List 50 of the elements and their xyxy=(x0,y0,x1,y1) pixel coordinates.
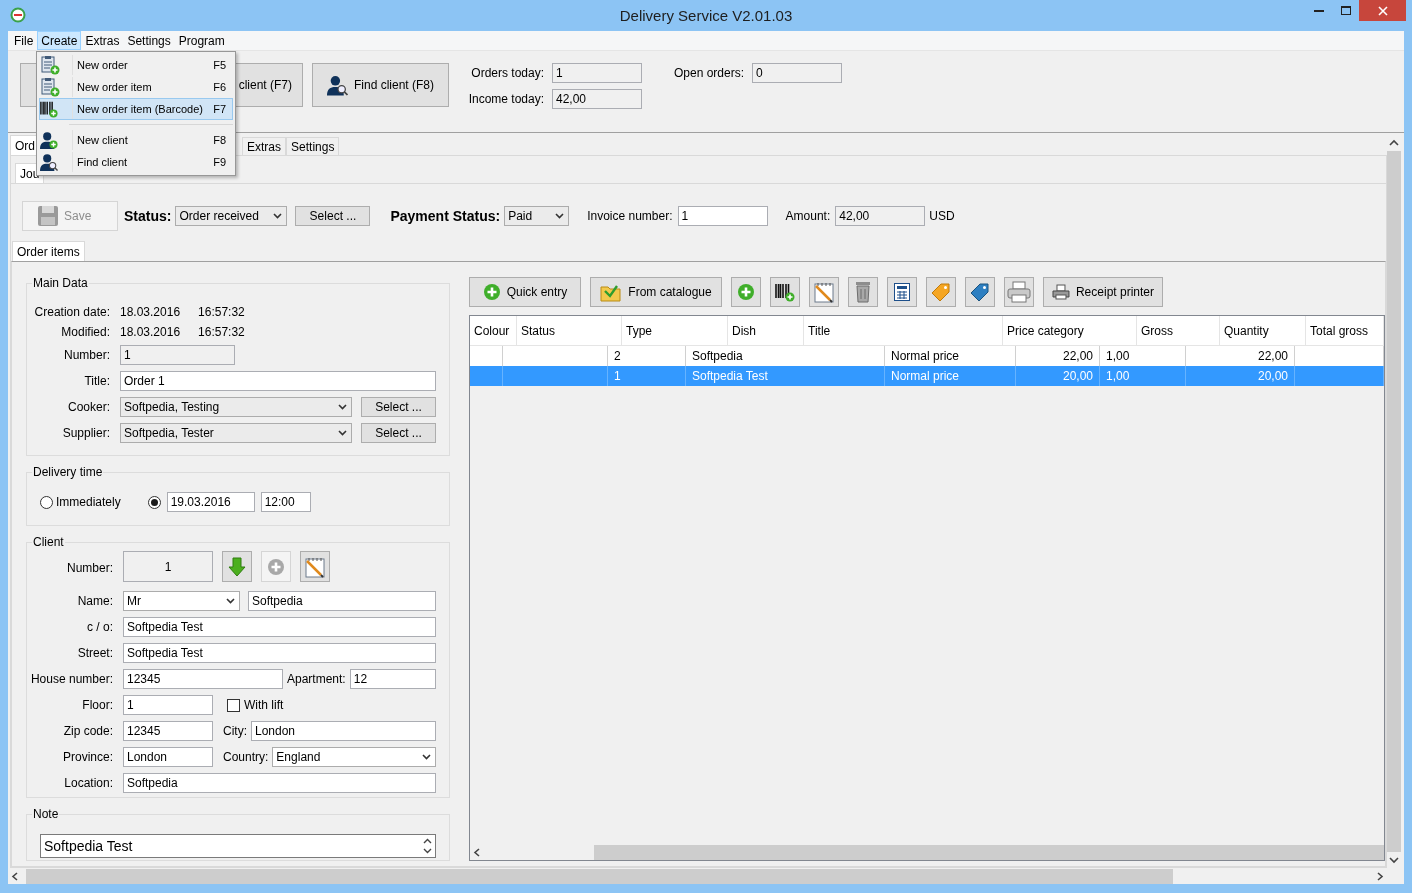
group-title: Main Data xyxy=(32,276,89,290)
group-title: Note xyxy=(32,807,60,821)
label: Creation date: xyxy=(33,305,110,319)
radio-label: Immediately xyxy=(56,495,121,509)
label: Number: xyxy=(63,348,110,362)
amount-field: 42,00 xyxy=(835,206,926,226)
label: Province: xyxy=(61,750,113,764)
label: Income today: xyxy=(468,92,544,106)
label: Status: xyxy=(124,208,172,224)
label: Supplier: xyxy=(61,426,110,440)
number-field: 1 xyxy=(120,345,235,365)
window-title: Delivery Service V2.01.03 xyxy=(618,7,794,24)
group-title: Delivery time xyxy=(32,465,104,479)
open-orders-field: 0 xyxy=(752,63,842,83)
income-today-field: 42,00 xyxy=(552,89,642,109)
label: Amount: xyxy=(785,209,831,223)
label: Title: xyxy=(83,374,110,388)
checkbox-label: With lift xyxy=(244,698,284,712)
label: Name: xyxy=(76,594,113,608)
label: c / o: xyxy=(86,620,113,634)
label: Payment Status: xyxy=(390,208,501,224)
time-text: 16:57:32 xyxy=(198,305,245,319)
label: Invoice number: xyxy=(587,209,673,223)
label: Location: xyxy=(63,776,113,790)
table-cell: 1,00 xyxy=(1100,366,1186,386)
group-title: Client xyxy=(32,535,65,549)
label: Floor: xyxy=(81,698,113,712)
table-cell: 1 xyxy=(608,366,686,386)
client-number-field: 1 xyxy=(123,551,213,582)
label: Modified: xyxy=(60,325,110,339)
label: Number: xyxy=(66,561,113,575)
date-text: 18.03.2016 xyxy=(120,325,181,339)
date-text: 18.03.2016 xyxy=(120,305,181,319)
label: House number: xyxy=(29,672,113,686)
label: Country: xyxy=(223,750,269,764)
orders-today-field: 1 xyxy=(552,63,642,83)
label: Orders today: xyxy=(470,66,544,80)
label: Cooker: xyxy=(66,400,110,414)
label: Open orders: xyxy=(672,66,744,80)
label: City: xyxy=(223,724,247,738)
table-cell: Softpedia Test xyxy=(686,366,885,386)
table-cell: 20,00 xyxy=(1186,366,1295,386)
label: Street: xyxy=(76,646,113,660)
label: Apartment: xyxy=(287,672,346,686)
note-text: Softpedia Test xyxy=(44,838,133,854)
table-cell: 20,00 xyxy=(1016,366,1100,386)
time-text: 16:57:32 xyxy=(198,325,245,339)
label: Zip code: xyxy=(62,724,113,738)
table-cell: Normal price xyxy=(885,366,1016,386)
currency-label: USD xyxy=(929,209,955,223)
